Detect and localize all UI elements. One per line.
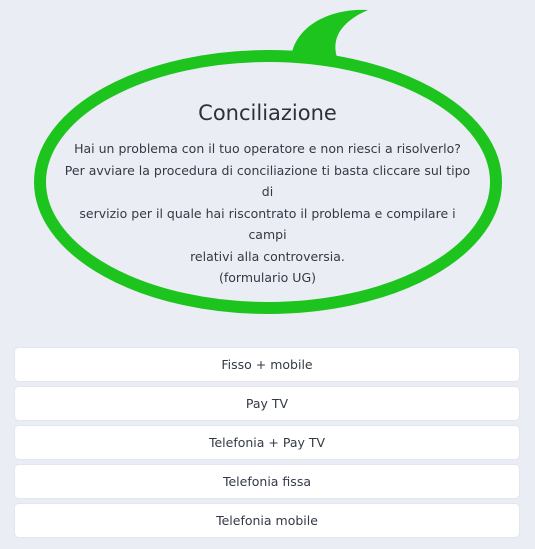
bubble-description: Hai un problema con il tuo operatore e n… <box>60 138 475 289</box>
option-telefonia-mobile-button[interactable]: Telefonia mobile <box>15 504 519 537</box>
option-pay-tv-button[interactable]: Pay TV <box>15 387 519 420</box>
description-line: relativi alla controversia. <box>190 248 345 264</box>
service-options-list: Fisso + mobile Pay TV Telefonia + Pay TV… <box>15 348 519 543</box>
description-line: (formulario UG) <box>218 270 317 285</box>
bubble-content: Conciliazione Hai un problema con il tuo… <box>60 98 475 289</box>
option-fisso-mobile-button[interactable]: Fisso + mobile <box>15 348 519 381</box>
page-title: Conciliazione <box>198 101 337 125</box>
description-line: servizio per il quale hai riscontrato il… <box>79 205 456 243</box>
description-line: Per avviare la procedura di conciliazion… <box>64 162 471 200</box>
option-telefonia-pay-tv-button[interactable]: Telefonia + Pay TV <box>15 426 519 459</box>
option-telefonia-fissa-button[interactable]: Telefonia fissa <box>15 465 519 498</box>
description-line: Hai un problema con il tuo operatore e n… <box>74 141 461 156</box>
